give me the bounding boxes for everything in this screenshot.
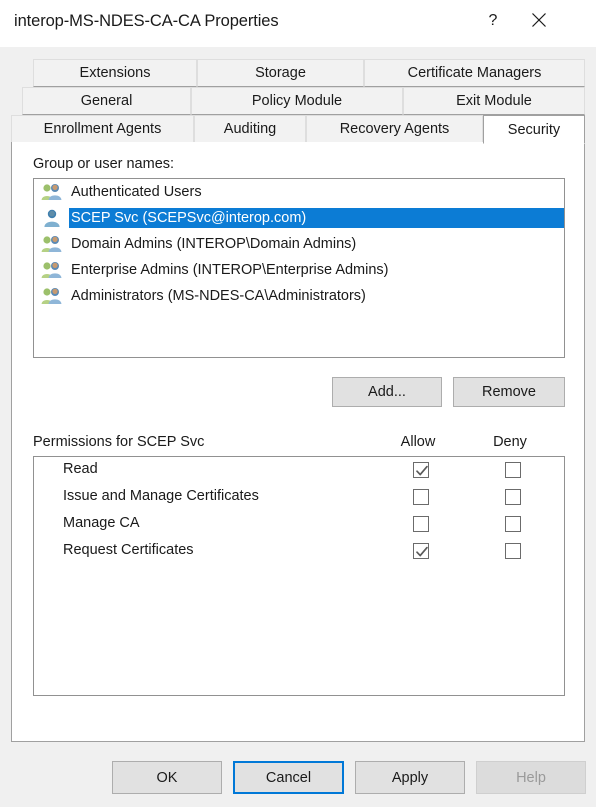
tab-exit-module[interactable]: Exit Module (403, 87, 585, 115)
deny-checkbox[interactable] (505, 462, 521, 478)
permission-label: Read (63, 461, 98, 477)
deny-checkbox[interactable] (505, 489, 521, 505)
group-or-user-names-label: Group or user names: (33, 156, 175, 172)
list-item[interactable]: Authenticated Users (34, 179, 564, 205)
title-bar: interop-MS-NDES-CA-CA Properties ? (0, 0, 596, 47)
tab-storage[interactable]: Storage (197, 59, 364, 87)
help-button: Help (476, 761, 586, 794)
allow-checkbox[interactable] (413, 462, 429, 478)
tab-certificate-managers[interactable]: Certificate Managers (364, 59, 585, 87)
tab-extensions[interactable]: Extensions (33, 59, 197, 87)
permission-row: Request Certificates (34, 538, 564, 565)
list-item[interactable]: Domain Admins (INTEROP\Domain Admins) (34, 231, 564, 257)
list-item-label: Authenticated Users (71, 184, 202, 200)
list-item-label: Domain Admins (INTEROP\Domain Admins) (71, 236, 357, 252)
tab-general[interactable]: General (22, 87, 191, 115)
allow-checkbox[interactable] (413, 489, 429, 505)
security-tab-page: Group or user names: Authenticated Users… (11, 142, 585, 742)
tab-auditing[interactable]: Auditing (194, 115, 306, 143)
list-item[interactable]: Enterprise Admins (INTEROP\Enterprise Ad… (34, 257, 564, 283)
properties-dialog: interop-MS-NDES-CA-CA Properties ? Exten… (0, 0, 596, 807)
svg-text:?: ? (489, 12, 498, 29)
tab-enrollment-agents[interactable]: Enrollment Agents (11, 115, 194, 143)
tab-row-3: Enrollment Agents Auditing Recovery Agents… (11, 115, 585, 144)
tab-security[interactable]: Security (483, 115, 585, 144)
list-item-label: Administrators (MS-NDES-CA\Administrator… (71, 288, 366, 304)
add-button[interactable]: Add... (332, 377, 442, 407)
dialog-title: interop-MS-NDES-CA-CA Properties (14, 12, 279, 30)
deny-checkbox[interactable] (505, 543, 521, 559)
ok-button[interactable]: OK (112, 761, 222, 794)
user-icon (41, 208, 63, 228)
permissions-label: Permissions for SCEP Svc (33, 434, 205, 450)
deny-column-header: Deny (493, 434, 527, 450)
permission-label: Manage CA (63, 515, 140, 531)
permission-label: Request Certificates (63, 542, 194, 558)
group-icon (41, 182, 63, 202)
tab-row-1: Extensions Storage Certificate Managers (11, 59, 585, 87)
list-item[interactable]: Administrators (MS-NDES-CA\Administrator… (34, 283, 564, 309)
allow-column-header: Allow (400, 434, 436, 450)
remove-button[interactable]: Remove (453, 377, 565, 407)
cancel-button[interactable]: Cancel (233, 761, 344, 794)
allow-checkbox[interactable] (413, 543, 429, 559)
group-icon (41, 234, 63, 254)
permissions-list[interactable]: Read Issue and Manage Certificates Manage … (33, 456, 565, 696)
deny-checkbox[interactable] (505, 516, 521, 532)
tab-strip: Extensions Storage Certificate Managers Ge… (11, 59, 585, 144)
list-item-label: SCEP Svc (SCEPSvc@interop.com) (69, 208, 564, 228)
tab-policy-module[interactable]: Policy Module (191, 87, 403, 115)
tab-recovery-agents[interactable]: Recovery Agents (306, 115, 483, 143)
group-icon (41, 260, 63, 280)
permission-row: Read (34, 457, 564, 484)
allow-checkbox[interactable] (413, 516, 429, 532)
tab-row-2: General Policy Module Exit Module (11, 87, 585, 115)
list-item-label: Enterprise Admins (INTEROP\Enterprise Ad… (71, 262, 389, 278)
permission-row: Manage CA (34, 511, 564, 538)
group-or-user-names-list[interactable]: Authenticated Users SCEP Svc (SCEPSvc@int… (33, 178, 565, 358)
group-icon (41, 286, 63, 306)
close-icon[interactable] (516, 0, 562, 40)
titlebar-help-icon[interactable]: ? (470, 0, 516, 40)
apply-button[interactable]: Apply (355, 761, 465, 794)
permission-row: Issue and Manage Certificates (34, 484, 564, 511)
list-item[interactable]: SCEP Svc (SCEPSvc@interop.com) (34, 205, 564, 231)
permission-label: Issue and Manage Certificates (63, 488, 259, 504)
